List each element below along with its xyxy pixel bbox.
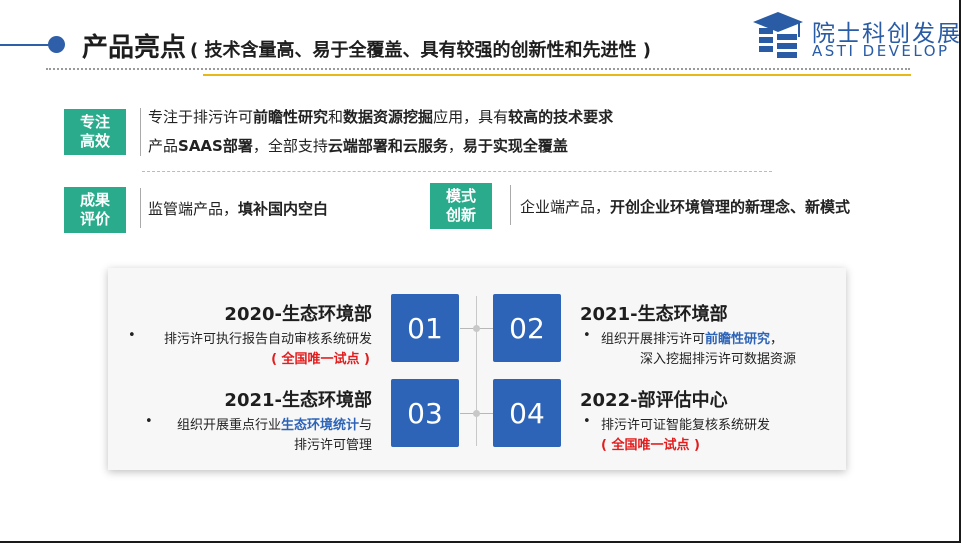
- text-segment: 和: [328, 108, 344, 126]
- logo-text-en: ASTI DEVELOP: [812, 42, 950, 60]
- tag-line: 高效: [79, 132, 110, 150]
- milestone-desc-03: 组织开展重点行业生态环境统计与: [177, 414, 372, 433]
- milestone-title-01: 2020-生态环境部: [224, 304, 372, 325]
- text-segment: 监管端产品，: [148, 200, 239, 218]
- milestone-title-02: 2021-生态环境部: [580, 304, 728, 325]
- tag-divider: [140, 188, 141, 228]
- text-segment: ，: [770, 332, 784, 347]
- highlight-text-enterprise: 企业端产品，开创企业环境管理的新理念、新模式: [520, 196, 850, 217]
- text-segment: 组织开展重点行业: [176, 418, 281, 433]
- tag-line: 评价: [79, 210, 110, 228]
- header-dotted-divider: [46, 68, 910, 70]
- milestone-desc-02b: 深入挖掘排污许可数据资源: [640, 352, 797, 367]
- bullet: •: [583, 328, 591, 343]
- bullet: •: [128, 328, 136, 343]
- milestone-number-02: 02: [493, 294, 561, 362]
- highlight-text-line-1: 专注于排污许可前瞻性研究和数据资源挖掘应用，具有较高的技术要求: [148, 106, 613, 127]
- timeline-card: [108, 268, 846, 470]
- milestone-desc-03b: 排污许可管理: [293, 438, 372, 453]
- slide: 产品亮点( 技术含量高、易于全覆盖、具有较强的创新性和先进性 ) 院士科创发展 …: [0, 0, 961, 543]
- bullet: •: [145, 414, 153, 429]
- tag-line: 创新: [445, 206, 476, 224]
- text-segment: 企业端产品，: [520, 198, 611, 216]
- text-emphasis: 生态环境统计: [280, 418, 359, 433]
- text-emphasis: 填补国内空白: [238, 200, 329, 218]
- timeline-axis-vertical: [476, 296, 477, 446]
- text-emphasis: 前瞻性研究: [253, 108, 329, 126]
- tag-line: 成果: [79, 191, 110, 209]
- header-accent-dot: [48, 36, 65, 53]
- text-emphasis: 数据资源挖掘: [343, 108, 434, 126]
- page-title-text: 产品亮点: [82, 33, 187, 63]
- tag-divider: [140, 108, 141, 156]
- text-emphasis: 易于实现全覆盖: [462, 137, 568, 155]
- timeline-node: [473, 325, 480, 332]
- milestone-desc-02: 组织开展排污许可前瞻性研究，: [601, 328, 783, 347]
- text-segment: 产品: [148, 137, 179, 155]
- tag-line: 专注: [79, 113, 110, 131]
- tag-achievement-eval: 成果 评价: [64, 187, 126, 233]
- text-segment: 应用，具有: [433, 108, 509, 126]
- highlight-text-supervision: 监管端产品，填补国内空白: [148, 198, 328, 219]
- tag-model-innovation: 模式 创新: [430, 183, 492, 229]
- milestone-note-01: ( 全国唯一试点 ): [271, 352, 370, 367]
- milestone-title-03: 2021-生态环境部: [224, 390, 372, 411]
- milestone-note-04: ( 全国唯一试点 ): [601, 438, 700, 453]
- milestone-desc-01: 排污许可执行报告自动审核系统研发: [163, 332, 372, 347]
- highlight-text-line-2: 产品SAAS部署，全部支持云端部署和云服务，易于实现全覆盖: [148, 135, 568, 156]
- page-title: 产品亮点( 技术含量高、易于全覆盖、具有较强的创新性和先进性 ): [82, 27, 651, 64]
- text-emphasis: 开创企业环境管理的新理念、新模式: [610, 198, 851, 216]
- milestone-number-03: 03: [391, 379, 459, 447]
- text-segment: 组织开展排污许可: [601, 332, 706, 347]
- text-segment: 专注于排污许可: [148, 108, 254, 126]
- text-emphasis: SAAS部署: [178, 137, 253, 155]
- text-emphasis: 前瞻性研究: [705, 332, 771, 347]
- timeline-node: [473, 410, 480, 417]
- milestone-desc-04: 排污许可证智能复核系统研发: [601, 418, 771, 433]
- header-gold-rule: [203, 74, 911, 76]
- tag-divider: [510, 185, 511, 225]
- text-segment: ，: [447, 137, 463, 155]
- section-dashed-divider: [142, 171, 772, 172]
- milestone-number-04: 04: [493, 379, 561, 447]
- graduation-cap-icon: [753, 12, 803, 58]
- text-emphasis: 较高的技术要求: [508, 108, 614, 126]
- text-segment: ，全部支持: [252, 137, 328, 155]
- text-segment: 与: [358, 418, 372, 433]
- tag-focus-efficient: 专注 高效: [64, 109, 126, 155]
- milestone-title-04: 2022-部评估中心: [580, 390, 728, 411]
- page-subtitle: ( 技术含量高、易于全覆盖、具有较强的创新性和先进性 ): [190, 40, 651, 61]
- bullet: •: [583, 414, 591, 429]
- milestone-number-01: 01: [391, 294, 459, 362]
- header-accent-line: [0, 44, 52, 46]
- text-emphasis: 云端部署和云服务: [327, 137, 448, 155]
- tag-line: 模式: [445, 187, 476, 205]
